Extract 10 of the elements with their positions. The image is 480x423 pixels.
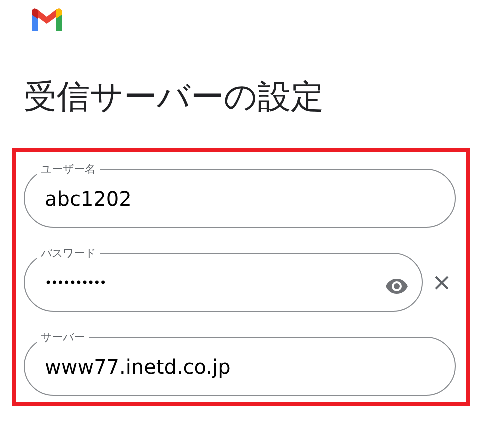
input-field[interactable]: サーバー www77.inetd.co.jp — [24, 330, 456, 396]
field-label: パスワード — [40, 246, 97, 261]
page-title: 受信サーバーの設定 — [24, 77, 325, 117]
mail-logo-icon — [30, 7, 64, 33]
eye-icon[interactable] — [386, 278, 408, 294]
field-label: ユーザー名 — [40, 162, 97, 177]
field-label: サーバー — [40, 330, 86, 345]
password-field[interactable]: パスワード •••••••••• — [24, 246, 423, 312]
input-field[interactable]: ユーザー名 abc1202 — [24, 162, 456, 228]
close-button[interactable] — [433, 274, 451, 292]
